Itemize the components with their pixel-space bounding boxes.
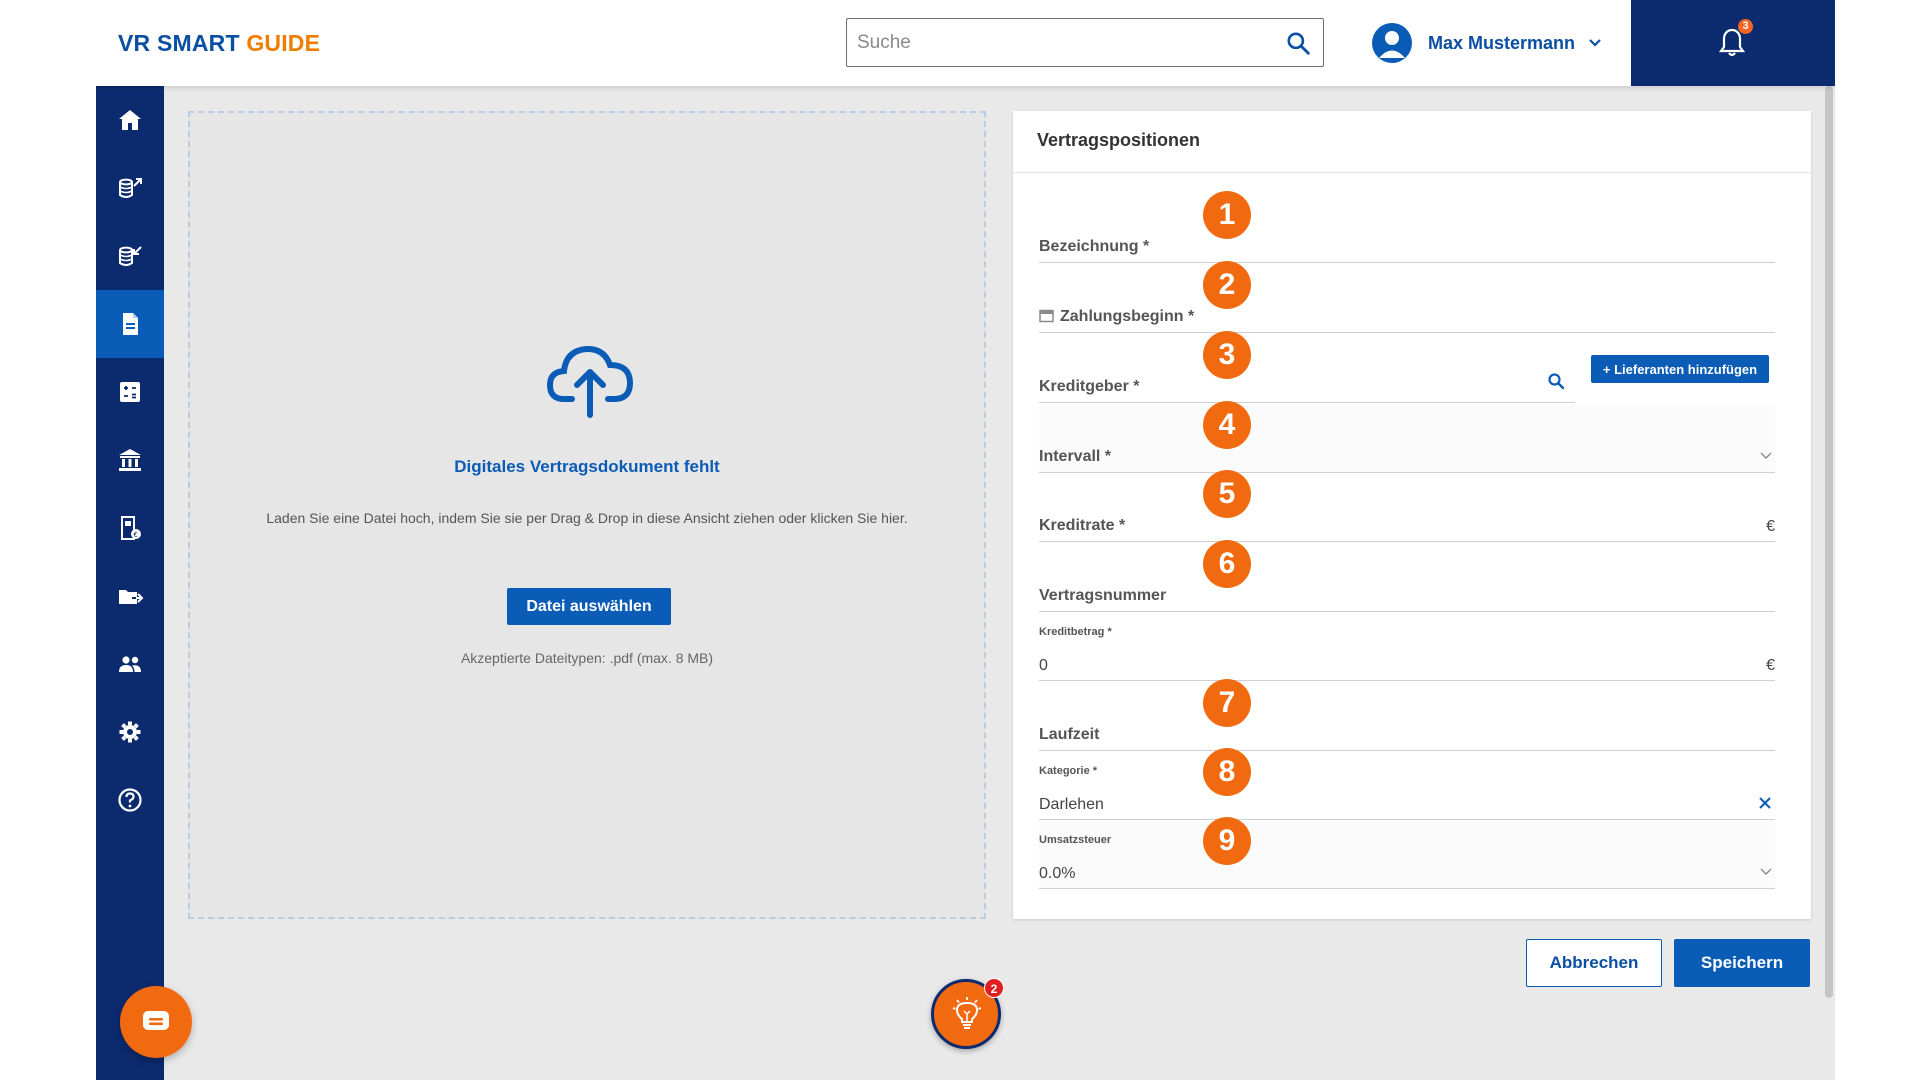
app-window: VR SMART GUIDE Max Mustermann — [96, 0, 1835, 1080]
settings-icon — [119, 721, 141, 743]
calendar-icon[interactable] — [1039, 308, 1054, 323]
bezeichnung-label: Bezeichnung * — [1039, 238, 1150, 255]
kreditrate-label: Kreditrate * — [1039, 517, 1126, 534]
search-icon[interactable] — [1547, 372, 1565, 390]
tax-document-icon: € — [121, 516, 141, 540]
lightbulb-icon — [952, 997, 982, 1029]
kategorie-field[interactable]: Kategorie * Darlehen — [1039, 752, 1775, 820]
sidebar-item-bank[interactable] — [96, 426, 164, 494]
sidebar-item-contracts[interactable] — [96, 290, 164, 358]
cancel-button[interactable]: Abbrechen — [1526, 939, 1662, 987]
bank-icon — [119, 449, 141, 471]
sidebar-item-calculator[interactable] — [96, 358, 164, 426]
marker-2: 2 — [1203, 261, 1251, 309]
kategorie-value: Darlehen — [1039, 796, 1104, 813]
sidebar-item-settings[interactable] — [96, 698, 164, 766]
save-button[interactable]: Speichern — [1674, 939, 1810, 987]
chevron-down-icon — [1589, 39, 1601, 47]
intervall-label: Intervall * — [1039, 448, 1112, 465]
help-icon — [118, 788, 142, 812]
divider — [1013, 172, 1811, 173]
marker-1: 1 — [1203, 191, 1251, 239]
euro-suffix: € — [1766, 518, 1775, 535]
zahlungsbeginn-label: Zahlungsbeginn * — [1060, 308, 1195, 325]
upload-title: Digitales Vertragsdokument fehlt — [454, 457, 720, 476]
search-box — [846, 18, 1324, 67]
svg-text:€: € — [134, 532, 138, 539]
vertragsnummer-label: Vertragsnummer — [1039, 587, 1167, 604]
sidebar-nav: € — [96, 86, 164, 1080]
sidebar-item-users[interactable] — [96, 630, 164, 698]
marker-8: 8 — [1203, 748, 1251, 796]
home-icon — [119, 110, 141, 130]
laufzeit-label: Laufzeit — [1039, 726, 1100, 743]
chevron-down-icon — [1760, 868, 1772, 875]
search-icon[interactable] — [1285, 30, 1311, 56]
user-menu[interactable]: Max Mustermann — [1372, 22, 1603, 64]
notifications-button[interactable]: 3 — [1631, 0, 1835, 86]
marker-3: 3 — [1203, 331, 1251, 379]
choose-file-button[interactable]: Datei auswählen — [507, 588, 671, 625]
kreditbetrag-field[interactable]: Kreditbetrag * 0 € — [1039, 613, 1775, 681]
top-header: VR SMART GUIDE Max Mustermann — [96, 0, 1835, 86]
marker-6: 6 — [1203, 540, 1251, 588]
euro-suffix: € — [1766, 657, 1775, 674]
laufzeit-field[interactable]: Laufzeit — [1039, 683, 1775, 751]
zahlungsbeginn-field[interactable]: Zahlungsbeginn * — [1039, 265, 1775, 333]
kreditgeber-label: Kreditgeber * — [1039, 378, 1140, 395]
sidebar-item-export[interactable] — [96, 562, 164, 630]
chat-icon — [143, 1011, 169, 1030]
upload-description: Laden Sie eine Datei hoch, indem Sie sie… — [266, 510, 908, 526]
notification-count-badge: 3 — [1738, 19, 1753, 34]
sidebar-item-incoming[interactable] — [96, 222, 164, 290]
umsatzsteuer-value: 0.0% — [1039, 865, 1076, 882]
avatar-icon — [1372, 23, 1412, 63]
intervall-select[interactable]: Intervall * — [1039, 405, 1775, 473]
sidebar-item-outgoing[interactable] — [96, 154, 164, 222]
kreditbetrag-value: 0 — [1039, 657, 1048, 674]
user-name: Max Mustermann — [1428, 32, 1576, 53]
chat-button[interactable] — [120, 986, 192, 1058]
marker-4: 4 — [1203, 401, 1251, 449]
incoming-payments-icon — [119, 246, 142, 266]
accepted-file-types: Akzeptierte Dateitypen: .pdf (max. 8 MB) — [460, 650, 714, 666]
document-dropzone[interactable]: Digitales Vertragsdokument fehlt Laden S… — [188, 111, 986, 919]
umsatzsteuer-label: Umsatzsteuer — [1039, 834, 1112, 846]
kategorie-label: Kategorie * — [1039, 765, 1098, 777]
calculator-icon — [120, 382, 140, 402]
outgoing-payments-icon — [119, 178, 142, 198]
users-icon — [119, 656, 141, 672]
kreditbetrag-label: Kreditbetrag * — [1039, 626, 1112, 638]
hints-count-badge: 2 — [984, 978, 1004, 998]
sidebar-item-home[interactable] — [96, 86, 164, 154]
kreditgeber-field[interactable]: Kreditgeber * — [1039, 335, 1575, 403]
folder-export-icon — [119, 590, 144, 604]
sidebar-item-help[interactable] — [96, 766, 164, 834]
marker-5: 5 — [1203, 470, 1251, 518]
marker-9: 9 — [1203, 817, 1251, 865]
scrollbar[interactable] — [1825, 86, 1833, 998]
bezeichnung-field[interactable]: Bezeichnung * — [1039, 195, 1775, 263]
kreditrate-field[interactable]: Kreditrate * € — [1039, 474, 1775, 542]
search-input[interactable] — [857, 29, 1257, 57]
chevron-down-icon — [1760, 452, 1772, 459]
sidebar-item-tax[interactable]: € — [96, 494, 164, 562]
card-title: Vertragspositionen — [1037, 130, 1201, 150]
cloud-upload-icon — [546, 345, 634, 418]
contract-document-icon — [123, 313, 138, 335]
vertragsnummer-field[interactable]: Vertragsnummer — [1039, 544, 1775, 612]
close-icon[interactable] — [1757, 795, 1773, 811]
app-logo[interactable]: VR SMART GUIDE — [118, 30, 320, 57]
umsatzsteuer-select[interactable]: Umsatzsteuer 0.0% — [1039, 821, 1775, 889]
marker-7: 7 — [1203, 679, 1251, 727]
contract-positions-card: Vertragspositionen Bezeichnung * 1 Zahlu… — [1013, 111, 1811, 919]
add-supplier-button[interactable]: + Lieferanten hinzufügen — [1591, 355, 1769, 383]
